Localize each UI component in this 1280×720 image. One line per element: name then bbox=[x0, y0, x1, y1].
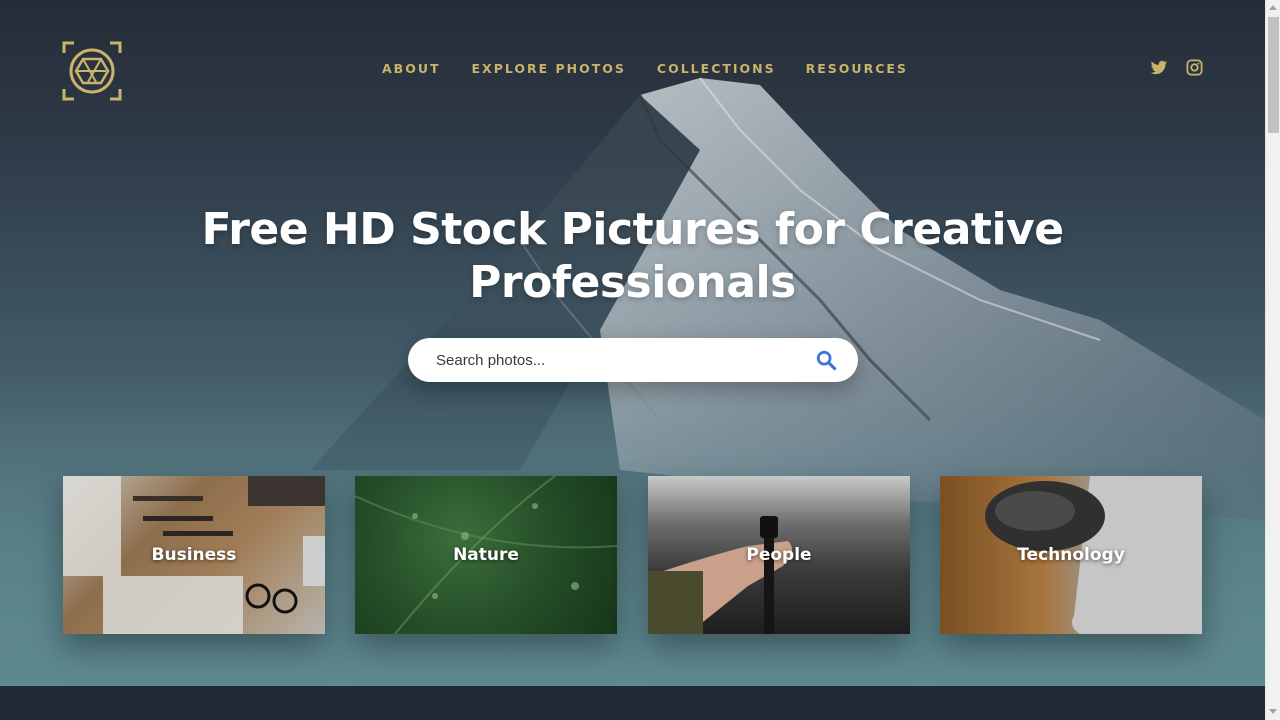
nav-item-about[interactable]: ABOUT bbox=[382, 61, 441, 77]
nav-item-resources[interactable]: RESOURCES bbox=[806, 61, 908, 77]
scroll-up-arrow-icon[interactable] bbox=[1269, 5, 1277, 10]
scrollbar-thumb[interactable] bbox=[1268, 17, 1279, 133]
category-card-technology[interactable]: Technology bbox=[940, 476, 1202, 634]
main-nav: ABOUT EXPLORE PHOTOS COLLECTIONS RESOURC… bbox=[382, 61, 908, 77]
nav-item-collections[interactable]: COLLECTIONS bbox=[657, 61, 776, 77]
category-label-people: People bbox=[746, 545, 812, 565]
category-card-business[interactable]: Business bbox=[63, 476, 325, 634]
footer-section bbox=[0, 686, 1265, 720]
vertical-scrollbar[interactable] bbox=[1265, 0, 1280, 720]
twitter-icon[interactable] bbox=[1150, 59, 1168, 77]
hero-title: Free HD Stock Pictures for Creative Prof… bbox=[0, 203, 1265, 309]
hero-title-line-1: Free HD Stock Pictures for Creative bbox=[201, 204, 1064, 255]
search-input[interactable] bbox=[434, 338, 804, 382]
page: ABOUT EXPLORE PHOTOS COLLECTIONS RESOURC… bbox=[0, 0, 1265, 720]
category-card-nature[interactable]: Nature bbox=[355, 476, 617, 634]
category-label-technology: Technology bbox=[1017, 545, 1125, 565]
category-card-people[interactable]: People bbox=[648, 476, 910, 634]
instagram-icon[interactable] bbox=[1186, 59, 1203, 76]
scroll-down-arrow-icon[interactable] bbox=[1269, 709, 1277, 714]
search-icon[interactable] bbox=[815, 349, 837, 371]
nav-item-explore-photos[interactable]: EXPLORE PHOTOS bbox=[472, 61, 626, 77]
category-label-nature: Nature bbox=[453, 545, 519, 565]
search-bar bbox=[408, 338, 858, 382]
aperture-logo-icon[interactable] bbox=[62, 41, 122, 101]
category-label-business: Business bbox=[151, 545, 237, 565]
hero-title-line-2: Professionals bbox=[469, 257, 796, 308]
